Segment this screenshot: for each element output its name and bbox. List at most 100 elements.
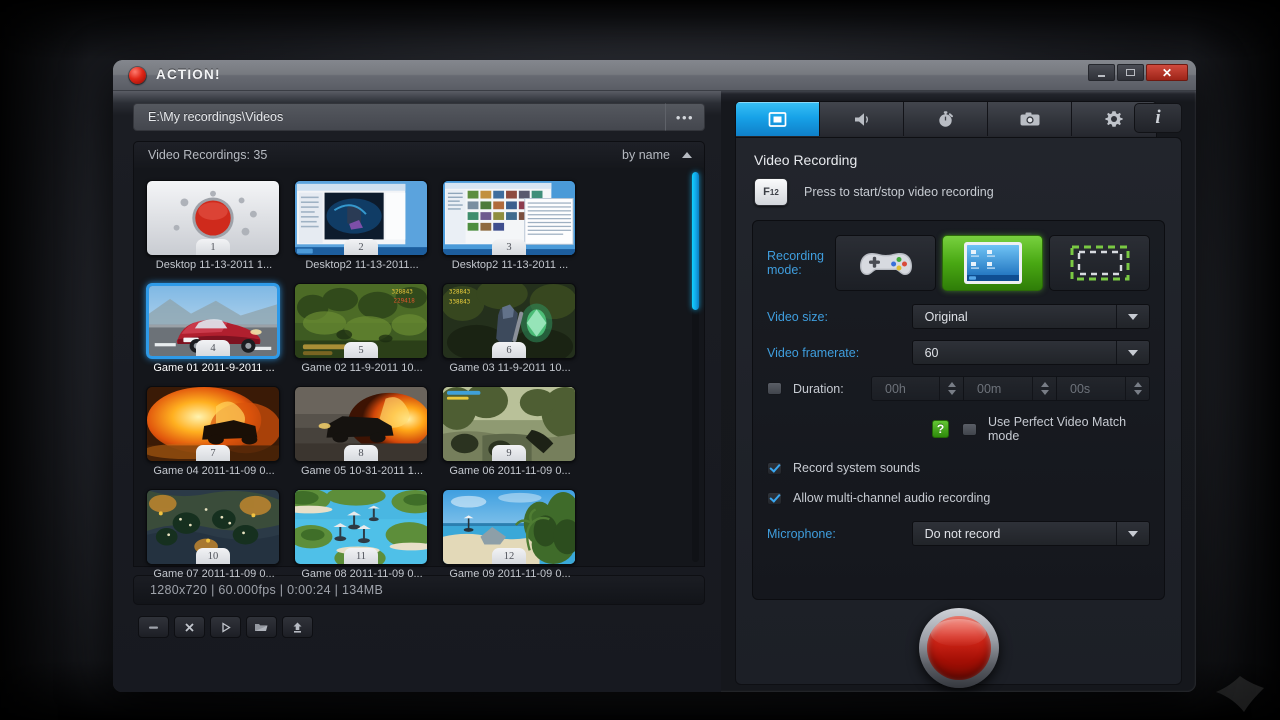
video-size-select[interactable]: Original [911,304,1150,329]
thumbnail-item[interactable]: 3 Desktop2 11-13-2011 ... [442,180,590,280]
thumbnail-label: Desktop2 11-13-2011... [305,259,419,271]
multi-channel-audio-label: Allow multi-channel audio recording [793,491,991,505]
duration-seconds-stepper[interactable]: 00s [1057,376,1150,401]
desktop-watermark [1216,676,1264,712]
duration-seconds-value: 00s [1070,381,1091,396]
duration-label: Duration: [793,381,844,396]
recordings-toolbar [133,616,705,638]
video-framerate-select[interactable]: 60 [911,340,1150,365]
tab-screenshot[interactable] [988,102,1072,136]
thumbnail-number: 6 [492,342,526,358]
record-system-sounds-checkbox[interactable] [767,461,782,475]
tab-benchmark[interactable] [904,102,988,136]
region-mode-button[interactable] [1049,235,1150,291]
recordings-panel: E:\My recordings\Videos ••• Video Record… [113,91,721,692]
thumbnail-item[interactable]: 2 Desktop2 11-13-2011... [294,180,442,280]
thumbnail-scrollbar-thumb[interactable] [692,172,699,310]
thumbnail-number: 2 [344,239,378,255]
thumbnail-image[interactable]: 2 [294,180,428,256]
browse-folder-button[interactable]: ••• [665,103,705,131]
thumbnail-image[interactable]: 3 [442,180,576,256]
microphone-row: Microphone: Do not record [767,521,1150,546]
games-mode-button[interactable] [835,235,936,291]
duration-minutes-stepper[interactable]: 00m [964,376,1057,401]
thumbnail-image[interactable]: 328843 338843 6 [442,283,576,359]
thumbnail-image[interactable]: 9 [442,386,576,462]
delete-button[interactable] [174,616,205,638]
chevron-down-icon[interactable] [1116,341,1149,364]
thumbnail-item[interactable]: 10 Game 07 2011-11-09 0... [146,489,294,589]
thumbnail-item[interactable]: 8 Game 05 10-31-2011 1... [294,386,442,486]
thumbnail-image[interactable]: 11 [294,489,428,565]
thumbnail-image[interactable]: 10 [146,489,280,565]
chevron-down-icon[interactable] [1116,522,1149,545]
remove-button[interactable] [138,616,169,638]
thumbnail-image[interactable]: 12 [442,489,576,565]
duration-checkbox[interactable] [767,382,782,395]
duration-spinners: 00h 00m 00s [871,376,1150,401]
thumbnail-image[interactable]: 7 [146,386,280,462]
multi-channel-audio-checkbox[interactable] [767,491,782,505]
thumbnail-item[interactable]: 1 Desktop 11-13-2011 1... [146,180,294,280]
info-button[interactable]: i [1134,103,1182,133]
thumbnail-item[interactable]: 9 Game 06 2011-11-09 0... [442,386,590,486]
thumbnail-item[interactable]: 11 Game 08 2011-11-09 0... [294,489,442,589]
thumbnail-label: Game 03 11-9-2011 10... [449,362,571,374]
thumbnail-item[interactable]: 328843 338843 6 Game 03 11-9-2011 10... [442,283,590,383]
thumbnail-number: 9 [492,445,526,461]
play-button[interactable] [210,616,241,638]
speaker-icon [854,112,868,126]
thumbnail-label: Desktop 11-13-2011 1... [155,259,273,271]
tab-audio-recording[interactable] [820,102,904,136]
thumbnail-image[interactable]: 1 [146,180,280,256]
hours-spinner-arrows[interactable] [939,377,963,400]
hotkey-description: Press to start/stop video recording [804,185,994,199]
desktop-mode-button[interactable] [942,235,1043,291]
hotkey-key-button[interactable]: F 12 [754,178,788,206]
recording-mode-options [835,235,1150,291]
thumbnail-item[interactable]: 12 Game 09 2011-11-09 0... [442,489,590,589]
thumbnail-image[interactable]: 8 [294,386,428,462]
play-icon [222,621,231,633]
recordings-list-header: Video Recordings: 35 by name [133,141,705,168]
thumbnail-label: Game 08 2011-11-09 0... [301,568,423,580]
tab-video-recording[interactable] [736,102,820,136]
minutes-spinner-arrows[interactable] [1032,377,1056,400]
gear-icon [1105,111,1123,127]
video-recording-card: Video Recording F 12 Press to start/stop … [735,137,1182,688]
perfect-match-checkbox[interactable] [962,422,977,436]
sort-mode-label[interactable]: by name [622,148,670,162]
video-framerate-label: Video framerate: [767,345,860,360]
thumbnail-number: 8 [344,445,378,461]
duration-hours-stepper[interactable]: 00h [871,376,964,401]
folder-button[interactable] [246,616,277,638]
thumbnail-image[interactable]: 328843 229418 5 [294,283,428,359]
close-button[interactable]: ✕ [1146,64,1188,81]
title-bar[interactable]: ACTION! ✕ [113,60,1196,91]
record-button[interactable] [918,608,999,688]
recording-mode-label: Recording mode: [767,249,824,277]
seconds-spinner-arrows[interactable] [1125,377,1149,400]
upload-icon [293,622,302,633]
thumbnail-item[interactable]: 4 Game 01 2011-9-2011 ... [146,283,294,383]
maximize-button[interactable] [1117,64,1144,81]
thumbnail-grid-area: 1 Desktop 11-13-2011 1... 2 Desktop2 11-13… [133,168,705,580]
upload-button[interactable] [282,616,313,638]
help-icon[interactable]: ? [932,420,949,438]
svg-text:328843: 328843 [449,290,471,296]
chevron-up-icon[interactable] [682,152,692,158]
thumbnail-label: Game 05 10-31-2011 1... [300,465,424,477]
app-logo-icon [129,67,146,84]
chevron-down-icon[interactable] [1116,305,1149,328]
minimize-button[interactable] [1088,64,1115,81]
thumbnail-label: Desktop2 11-13-2011 ... [451,259,569,271]
folder-icon [255,623,268,631]
thumbnail-number: 10 [196,548,230,564]
record-button-inner [926,616,991,680]
thumbnail-item[interactable]: 328843 229418 5 Game 02 11-9-2011 10... [294,283,442,383]
microphone-select[interactable]: Do not record [911,521,1150,546]
thumbnail-item[interactable]: 7 Game 04 2011-11-09 0... [146,386,294,486]
video-framerate-value: 60 [924,345,939,360]
thumbnail-image[interactable]: 4 [146,283,280,359]
output-path-input[interactable]: E:\My recordings\Videos [133,103,665,131]
